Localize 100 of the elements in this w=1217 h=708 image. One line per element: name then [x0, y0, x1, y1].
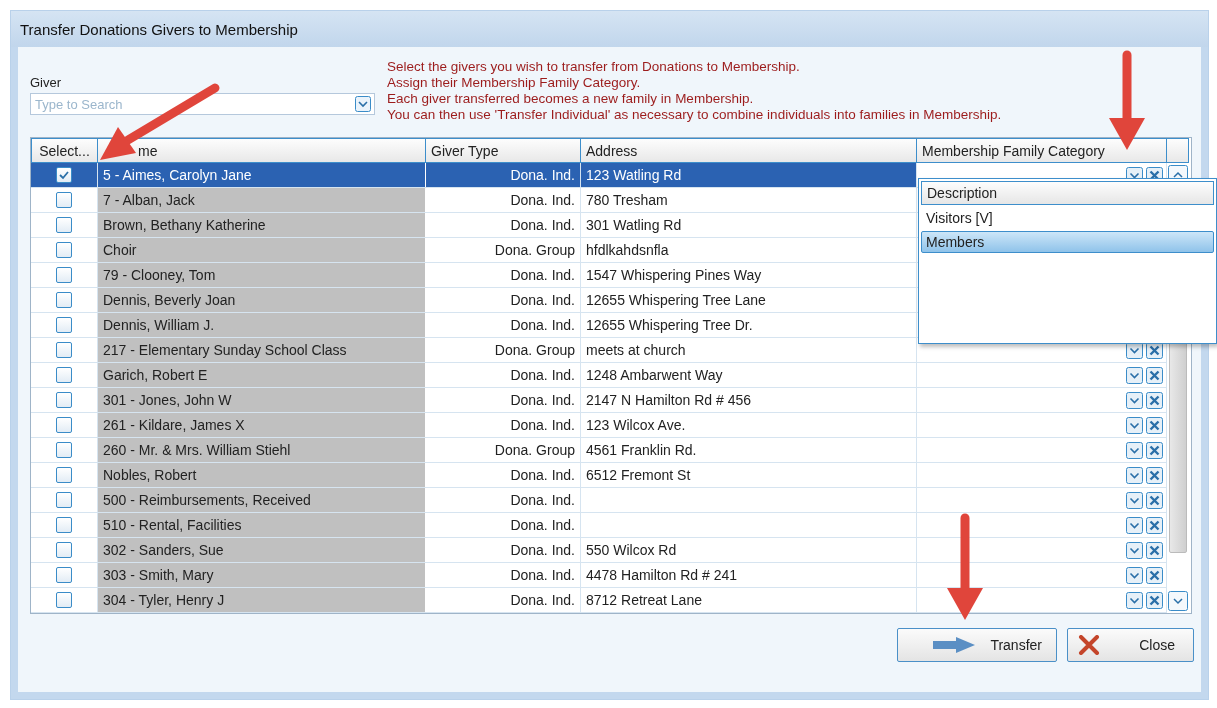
table-cell: 79 - Clooney, Tom [98, 263, 426, 287]
table-cell: Dennis, Beverly Joan [98, 288, 426, 312]
checkbox[interactable] [56, 542, 72, 558]
table-cell: 8712 Retreat Lane [581, 588, 917, 612]
table-cell: 6512 Fremont St [581, 463, 917, 487]
checkbox[interactable] [56, 567, 72, 583]
table-cell: Garich, Robert E [98, 363, 426, 387]
column-header: Description [921, 181, 1214, 205]
dropdown-icon[interactable] [355, 96, 371, 112]
table-cell: 1248 Ambarwent Way [581, 363, 917, 387]
clear-icon[interactable] [1146, 441, 1163, 459]
column-header[interactable]: Select... [31, 138, 98, 163]
clear-icon[interactable] [1146, 416, 1163, 434]
window-title: Transfer Donations Givers to Membership [20, 20, 298, 38]
checkbox[interactable] [56, 167, 72, 183]
checkbox[interactable] [56, 192, 72, 208]
clear-icon[interactable] [1146, 391, 1163, 409]
checkbox[interactable] [56, 442, 72, 458]
table-cell: Choir [98, 238, 426, 262]
table-row[interactable]: 500 - Reimbursements, Received Dona. Ind. [31, 488, 1167, 513]
clear-icon[interactable] [1146, 591, 1163, 609]
table-row[interactable]: 510 - Rental, Facilities Dona. Ind. [31, 513, 1167, 538]
transfer-button[interactable]: Transfer [897, 628, 1057, 662]
table-cell: Nobles, Robert [98, 463, 426, 487]
checkbox[interactable] [56, 392, 72, 408]
dropdown-option[interactable]: Members [921, 231, 1214, 253]
dropdown-icon[interactable] [1126, 391, 1143, 409]
table-cell: 2147 N Hamilton Rd # 456 [581, 388, 917, 412]
giver-label: Giver [30, 75, 62, 90]
clear-icon[interactable] [1146, 491, 1163, 509]
table-cell: 302 - Sanders, Sue [98, 538, 426, 562]
table-row[interactable]: Nobles, Robert Dona. Ind. 6512 Fremont St [31, 463, 1167, 488]
checkbox[interactable] [56, 217, 72, 233]
table-cell: Dona. Ind. [426, 463, 581, 487]
table-cell: Dona. Ind. [426, 413, 581, 437]
instruction-text: You can then use 'Transfer Individual' as necessary to combine individuals into families in Membership. [387, 107, 1002, 123]
table-cell: 510 - Rental, Facilities [98, 513, 426, 537]
clear-icon[interactable] [1146, 366, 1163, 384]
table-cell: 123 Wilcox Ave. [581, 413, 917, 437]
checkbox[interactable] [56, 317, 72, 333]
table-cell: 303 - Smith, Mary [98, 563, 426, 587]
table-cell: Dona. Ind. [426, 188, 581, 212]
clear-icon[interactable] [1146, 541, 1163, 559]
checkbox[interactable] [56, 517, 72, 533]
table-row[interactable]: 301 - Jones, John W Dona. Ind. 2147 N Hamilton Rd # 456 [31, 388, 1167, 413]
table-cell: Dona. Ind. [426, 388, 581, 412]
dropdown-icon[interactable] [1126, 366, 1143, 384]
arrow-icon [932, 636, 977, 654]
checkbox[interactable] [56, 492, 72, 508]
table-cell: 550 Wilcox Rd [581, 538, 917, 562]
table-cell: 4561 Franklin Rd. [581, 438, 917, 462]
table-cell: 304 - Tyler, Henry J [98, 588, 426, 612]
table-cell: Dona. Ind. [426, 588, 581, 612]
table-row[interactable]: 302 - Sanders, Sue Dona. Ind. 550 Wilcox Rd [31, 538, 1167, 563]
dropdown-icon[interactable] [1126, 441, 1143, 459]
clear-icon[interactable] [1146, 466, 1163, 484]
checkbox[interactable] [56, 292, 72, 308]
table-row[interactable]: Garich, Robert E Dona. Ind. 1248 Ambarwent Way [31, 363, 1167, 388]
table-cell: 7 - Alban, Jack [98, 188, 426, 212]
dropdown-icon[interactable] [1126, 591, 1143, 609]
table-row[interactable]: 304 - Tyler, Henry J Dona. Ind. 8712 Retreat Lane [31, 588, 1167, 613]
close-button[interactable]: Close [1067, 628, 1194, 662]
table-cell: Dona. Ind. [426, 488, 581, 512]
column-header[interactable]: Giver Type [426, 138, 581, 163]
checkbox[interactable] [56, 342, 72, 358]
clear-icon[interactable] [1146, 516, 1163, 534]
checkbox[interactable] [56, 367, 72, 383]
checkbox[interactable] [56, 267, 72, 283]
dropdown-icon[interactable] [1126, 566, 1143, 584]
column-header [1167, 138, 1189, 163]
table-row[interactable]: 261 - Kildare, James X Dona. Ind. 123 Wilcox Ave. [31, 413, 1167, 438]
table-cell: Dona. Ind. [426, 263, 581, 287]
dropdown-icon[interactable] [1126, 541, 1143, 559]
table-cell: Dona. Ind. [426, 288, 581, 312]
table-cell: Dona. Group [426, 438, 581, 462]
checkbox[interactable] [56, 417, 72, 433]
table-cell: 261 - Kildare, James X [98, 413, 426, 437]
table-cell: Dona. Group [426, 338, 581, 362]
column-header[interactable]: Address [581, 138, 917, 163]
checkbox[interactable] [56, 592, 72, 608]
table-row[interactable]: 303 - Smith, Mary Dona. Ind. 4478 Hamilton Rd # 241 [31, 563, 1167, 588]
dropdown-icon[interactable] [1126, 516, 1143, 534]
table-cell: 260 - Mr. & Mrs. William Stiehl [98, 438, 426, 462]
close-icon [1078, 635, 1100, 655]
table-row[interactable]: 5 - Aimes, Carolyn Jane Dona. Ind. 123 Watling Rd [31, 163, 1167, 188]
scroll-down-icon[interactable] [1168, 591, 1188, 611]
dropdown-icon[interactable] [1126, 491, 1143, 509]
checkbox[interactable] [56, 467, 72, 483]
table-cell: 217 - Elementary Sunday School Class [98, 338, 426, 362]
table-cell: Dona. Group [426, 238, 581, 262]
table-row[interactable]: 260 - Mr. & Mrs. William Stiehl Dona. Group 4561 Franklin Rd. [31, 438, 1167, 463]
dropdown-icon[interactable] [1126, 416, 1143, 434]
dropdown-icon[interactable] [1126, 466, 1143, 484]
table-cell: 4478 Hamilton Rd # 241 [581, 563, 917, 587]
column-header[interactable]: me [98, 138, 426, 163]
checkbox[interactable] [56, 242, 72, 258]
column-header[interactable]: Membership Family Category [917, 138, 1167, 163]
clear-icon[interactable] [1146, 566, 1163, 584]
table-cell: 301 - Jones, John W [98, 388, 426, 412]
giver-search-field[interactable]: Type to Search [30, 93, 375, 115]
